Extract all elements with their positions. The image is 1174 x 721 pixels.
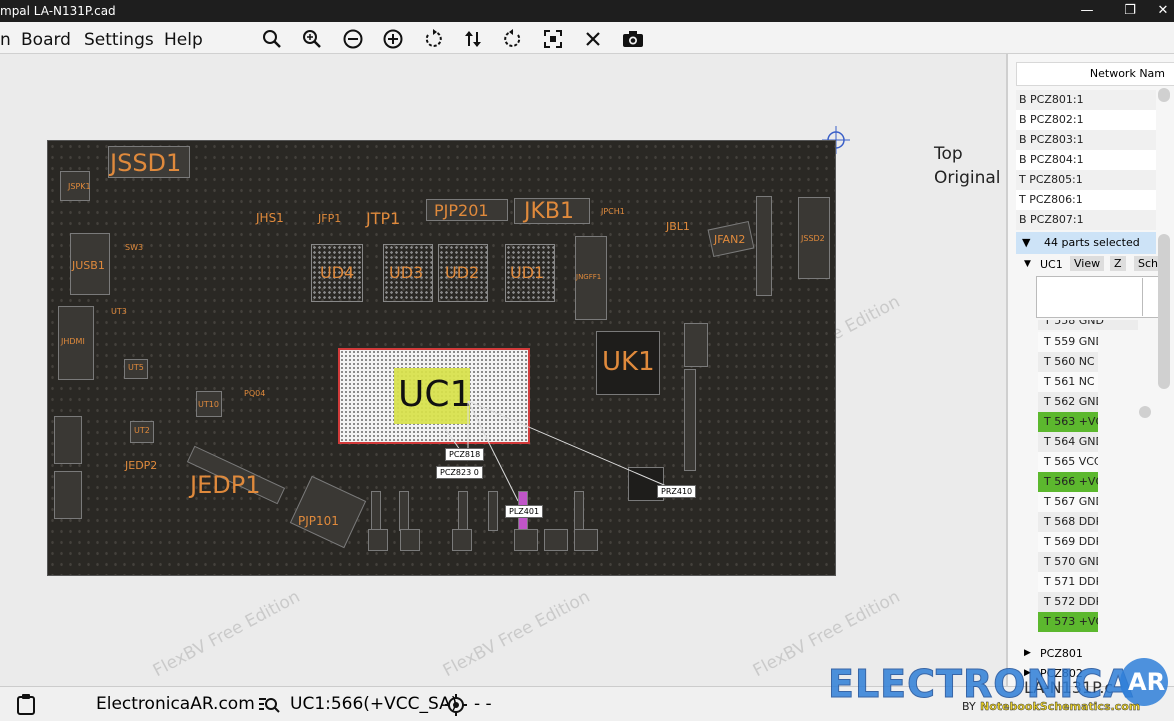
pin-row[interactable]: T 562 GND bbox=[1038, 392, 1098, 412]
part-mosfet-6[interactable] bbox=[574, 491, 584, 531]
tree-item[interactable]: PCZ801 bbox=[1040, 647, 1083, 660]
callout-prz410[interactable]: PRZ410 bbox=[657, 485, 697, 498]
part-inductor-6[interactable] bbox=[574, 529, 598, 551]
net-row[interactable]: T PCZ806:1 bbox=[1016, 190, 1156, 210]
title-bar: mpal LA-N131P.cad — ❐ ✕ bbox=[0, 0, 1174, 22]
menu-board[interactable]: Board bbox=[21, 30, 71, 50]
clipboard-icon[interactable] bbox=[16, 693, 36, 715]
pin-row[interactable]: T 566 +VC bbox=[1038, 472, 1098, 492]
part-mosfet-4[interactable] bbox=[488, 491, 498, 531]
logo-by: BY bbox=[962, 700, 976, 713]
site-text: ElectronicaAR.com bbox=[96, 694, 255, 714]
camera-icon[interactable] bbox=[619, 26, 647, 52]
net-status: UC1:566(+VCC_SA) bbox=[290, 694, 458, 714]
side-label-top: Top bbox=[934, 144, 963, 164]
pcb-board[interactable]: JSSD1 JSPK1 JHS1 JFP1 JTP1 PJP201 JKB1 J… bbox=[47, 140, 836, 576]
minimize-button[interactable]: — bbox=[1067, 0, 1107, 22]
part-mosfet-1[interactable] bbox=[371, 491, 381, 531]
collapse-arrow-icon: ▼ bbox=[1022, 236, 1031, 249]
net-row[interactable]: B PCZ804:1 bbox=[1016, 150, 1156, 170]
pin-row[interactable]: T 572 DDR bbox=[1038, 592, 1098, 612]
outer-scrollbar[interactable] bbox=[1158, 234, 1170, 389]
zoom-in-icon[interactable] bbox=[298, 26, 326, 52]
network-name-header[interactable]: Network Nam bbox=[1016, 62, 1174, 86]
net-row[interactable]: B PCZ802:1 bbox=[1016, 110, 1156, 130]
pin-row[interactable]: T 567 GND bbox=[1038, 492, 1098, 512]
coordinates: - - bbox=[474, 694, 492, 714]
selection-summary[interactable]: ▼ 44 parts selected bbox=[1016, 232, 1156, 254]
net-search-icon[interactable] bbox=[258, 695, 280, 715]
part-detail-box bbox=[1036, 276, 1168, 318]
part-inductor-5[interactable] bbox=[544, 529, 568, 551]
expand-arrow-icon[interactable]: ▶ bbox=[1024, 648, 1031, 658]
flip-icon[interactable] bbox=[459, 26, 487, 52]
net-scrollbar[interactable] bbox=[1158, 88, 1170, 102]
locate-icon[interactable] bbox=[445, 694, 467, 716]
electronica-logo: LA-N131P.c ELECTRONICA AR BY NotebookSch… bbox=[828, 658, 1174, 721]
close-button[interactable]: ✕ bbox=[1152, 0, 1174, 22]
menu-bar: n Board Settings Help bbox=[0, 22, 1174, 54]
pin-row[interactable]: T 564 GND bbox=[1038, 432, 1098, 452]
detail-divider bbox=[1142, 278, 1143, 316]
pin-row[interactable]: T 563 +VC bbox=[1038, 412, 1098, 432]
part-inductor-2[interactable] bbox=[400, 529, 420, 551]
part-inductor-3[interactable] bbox=[452, 529, 472, 551]
menu-settings[interactable]: Settings bbox=[84, 30, 154, 50]
callout-plz401[interactable]: PLZ401 bbox=[505, 505, 544, 518]
part-inductor-4[interactable] bbox=[514, 529, 538, 551]
watermark: FlexBV Free Edition bbox=[439, 586, 594, 682]
view-button[interactable]: View bbox=[1070, 256, 1105, 271]
selection-count: 44 parts selected bbox=[1044, 236, 1140, 249]
part-mosfet-3[interactable] bbox=[458, 491, 468, 531]
pin-row[interactable]: T 560 NC bbox=[1038, 352, 1098, 372]
window-title: mpal LA-N131P.cad bbox=[0, 4, 116, 18]
part-name: UC1 bbox=[1040, 258, 1063, 271]
logo-sub: NotebookSchematics.com bbox=[980, 700, 1141, 713]
pin-row[interactable]: T 558 GND bbox=[1038, 320, 1138, 330]
watermark: FlexBV Free Edition bbox=[149, 586, 304, 682]
rotate-ccw-icon[interactable] bbox=[419, 26, 447, 52]
callout-pcz818[interactable]: PCZ818 bbox=[445, 448, 485, 461]
part-inductor-1[interactable] bbox=[368, 529, 388, 551]
net-row[interactable]: B PCZ807:1 bbox=[1016, 210, 1156, 230]
right-panel: Network Nam B PCZ801:1 B PCZ802:1 B PCZ8… bbox=[1006, 54, 1174, 686]
minus-circle-icon[interactable] bbox=[339, 26, 367, 52]
z-button[interactable]: Z bbox=[1110, 256, 1126, 271]
menu-help[interactable]: Help bbox=[164, 30, 203, 50]
ratsnest-lines bbox=[442, 400, 679, 502]
menu-file[interactable]: n bbox=[0, 30, 11, 50]
zoom-out-icon[interactable] bbox=[258, 26, 286, 52]
callout-pcz823[interactable]: PCZ823 0 bbox=[436, 466, 483, 479]
pin-scrollbar[interactable] bbox=[1139, 406, 1151, 418]
side-label-original: Original bbox=[934, 168, 1001, 188]
clear-icon[interactable] bbox=[579, 26, 607, 52]
pin-row[interactable]: T 570 GND bbox=[1038, 552, 1098, 572]
pin-row[interactable]: T 568 DDR bbox=[1038, 512, 1098, 532]
pin-row[interactable]: T 559 GND bbox=[1038, 332, 1098, 352]
rotate-cw-icon[interactable] bbox=[499, 26, 527, 52]
pin-row[interactable]: T 565 VCC bbox=[1038, 452, 1098, 472]
expand-arrow-icon[interactable]: ▼ bbox=[1024, 259, 1031, 269]
net-row[interactable]: T PCZ805:1 bbox=[1016, 170, 1156, 190]
net-row[interactable]: B PCZ801:1 bbox=[1016, 90, 1156, 110]
plus-circle-icon[interactable] bbox=[379, 26, 407, 52]
logo-ar: AR bbox=[1128, 668, 1166, 696]
net-row[interactable]: B PCZ803:1 bbox=[1016, 130, 1156, 150]
part-mosfet-2[interactable] bbox=[399, 491, 409, 531]
fit-icon[interactable] bbox=[539, 26, 567, 52]
pin-row[interactable]: T 561 NC bbox=[1038, 372, 1098, 392]
pin-row[interactable]: T 573 +VC bbox=[1038, 612, 1098, 632]
pin-row[interactable]: T 571 DDR bbox=[1038, 572, 1098, 592]
pin-row[interactable]: T 569 DDR bbox=[1038, 532, 1098, 552]
maximize-button[interactable]: ❐ bbox=[1110, 0, 1150, 22]
